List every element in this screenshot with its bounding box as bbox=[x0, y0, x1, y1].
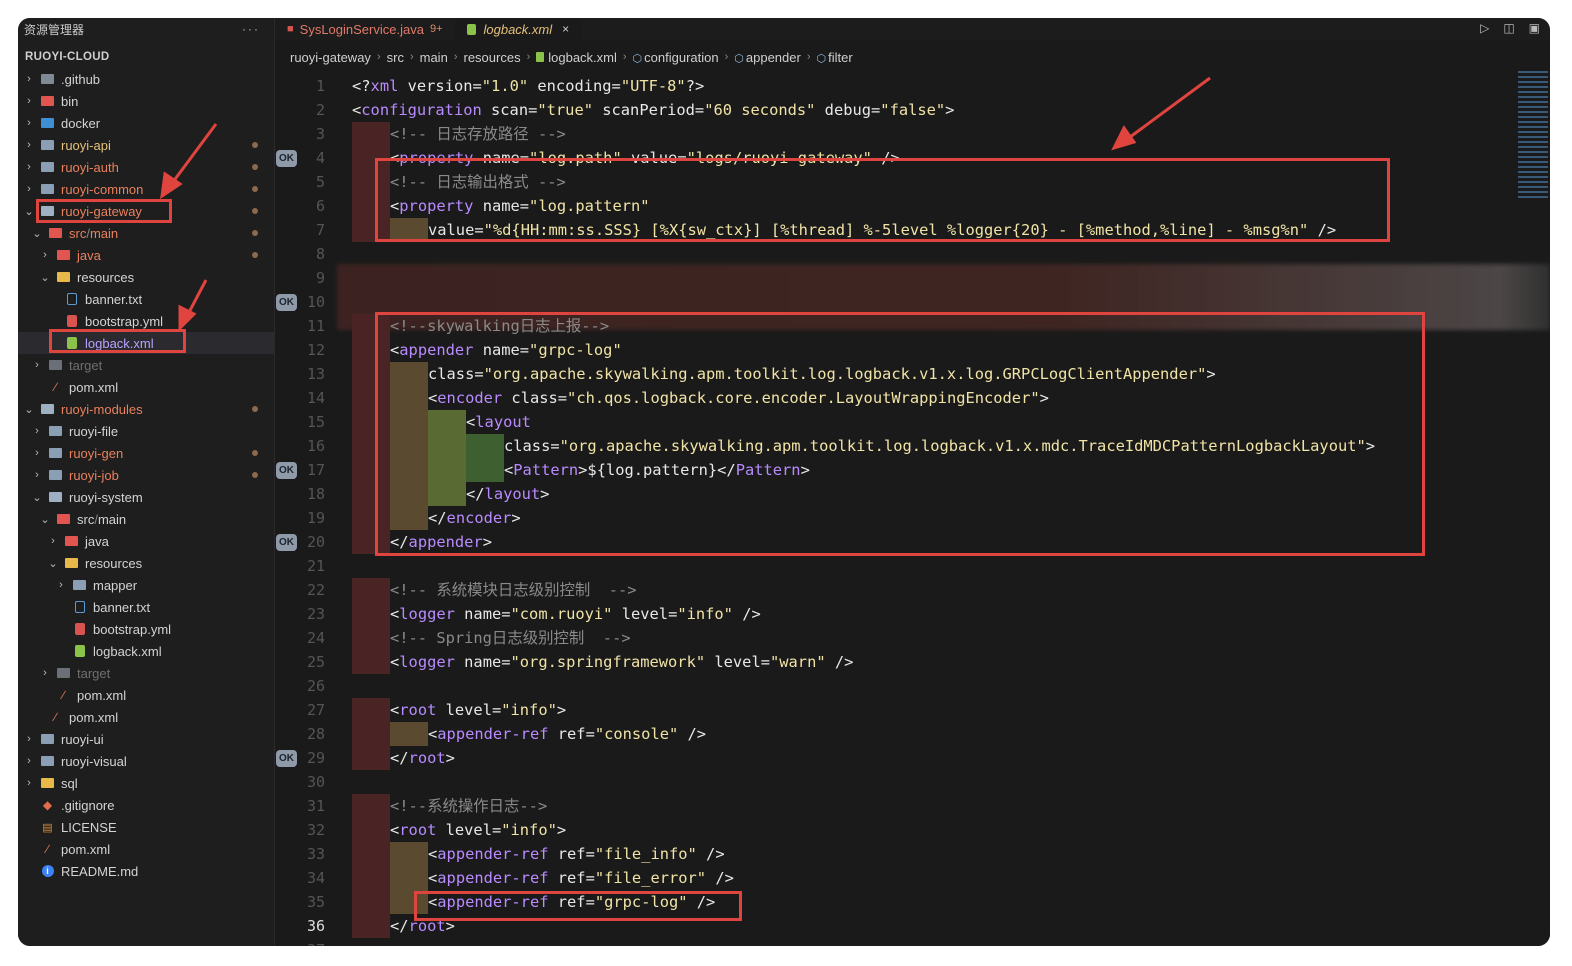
annotation-arrows bbox=[160, 76, 1211, 332]
vscode-window: 资源管理器 ··· RUOYI-CLOUD › .github › bin › docke… bbox=[18, 18, 1550, 946]
